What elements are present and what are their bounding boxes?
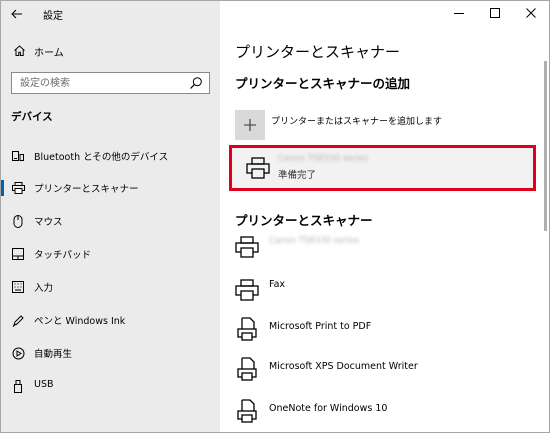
device-row[interactable]: Microsoft XPS Document Writer: [235, 354, 525, 384]
sidebar-item-label: Bluetooth とその他のデバイス: [34, 152, 169, 163]
window-controls: [441, 1, 549, 25]
sidebar-item-label: マウス: [34, 217, 63, 228]
search-box[interactable]: [11, 72, 210, 94]
device-label: Canon TS8330 series: [269, 236, 359, 246]
sidebar-item-label: ペンと Windows Ink: [34, 316, 126, 327]
minimize-icon: [454, 13, 464, 14]
selection-indicator: [1, 180, 4, 196]
add-printer-button[interactable]: プリンターまたはスキャナーを追加します: [235, 110, 515, 140]
usb-icon: [11, 379, 25, 393]
main-content: プリンターとスキャナー プリンターとスキャナーの追加 プリンターまたはスキャナー…: [220, 1, 549, 432]
device-label: OneNote for Windows 10: [269, 403, 388, 414]
sidebar-item-label: プリンターとスキャナー: [34, 184, 139, 195]
sidebar-item-label: 自動再生: [34, 349, 73, 360]
scrollbar[interactable]: [544, 61, 547, 231]
device-row[interactable]: Canon TS8330 series: [235, 232, 525, 262]
sidebar-item-mouse[interactable]: マウス: [1, 209, 220, 233]
document-printer-icon: [237, 317, 257, 341]
maximize-icon: [490, 8, 500, 18]
printer-icon: [11, 181, 25, 195]
close-icon: [526, 8, 536, 18]
search-input[interactable]: [12, 73, 182, 93]
sidebar-item-label: 入力: [34, 283, 54, 294]
page-title: プリンターとスキャナー: [235, 43, 401, 61]
device-label: Microsoft XPS Document Writer: [269, 361, 418, 372]
autoplay-icon: [11, 346, 25, 360]
sidebar: 設定 ホーム デバイス Bluetooth とその他のデバイス プリンターとスキ…: [1, 1, 220, 432]
section-title: デバイス: [11, 111, 53, 123]
sidebar-item-pen[interactable]: ペンと Windows Ink: [1, 308, 220, 332]
sidebar-item-bluetooth[interactable]: Bluetooth とその他のデバイス: [1, 144, 220, 168]
sidebar-item-autoplay[interactable]: 自動再生: [1, 341, 220, 365]
document-printer-icon: [237, 399, 257, 423]
pen-icon: [11, 313, 25, 327]
device-label: Microsoft Print to PDF: [269, 321, 372, 332]
device-row[interactable]: OneNote for Windows 10: [235, 396, 525, 426]
sidebar-item-input[interactable]: 入力: [1, 275, 220, 299]
close-button[interactable]: [513, 1, 549, 25]
device-row[interactable]: Fax: [235, 275, 525, 305]
list-heading: プリンターとスキャナー: [235, 213, 373, 228]
back-button[interactable]: [7, 5, 27, 23]
add-section-heading: プリンターとスキャナーの追加: [235, 76, 411, 91]
sidebar-item-label: タッチパッド: [34, 250, 92, 261]
sidebar-item-touchpad[interactable]: タッチパッド: [1, 242, 220, 266]
device-row[interactable]: Microsoft Print to PDF: [235, 314, 525, 344]
home-label: ホーム: [34, 48, 64, 59]
printer-icon: [235, 236, 259, 258]
minimize-button[interactable]: [441, 1, 477, 25]
sidebar-item-printers[interactable]: プリンターとスキャナー: [1, 176, 220, 200]
back-arrow-icon: [11, 9, 22, 19]
printer-icon: [235, 279, 259, 301]
add-tile: [235, 110, 265, 140]
touchpad-icon: [11, 247, 25, 261]
titlebar-left: 設定: [1, 1, 220, 29]
document-printer-icon: [237, 357, 257, 381]
sidebar-item-home[interactable]: ホーム: [1, 41, 220, 61]
mouse-icon: [11, 214, 25, 228]
home-icon: [14, 45, 25, 56]
plus-icon: [244, 119, 256, 131]
highlight-outline: [229, 145, 536, 191]
app-title: 設定: [43, 11, 63, 22]
maximize-button[interactable]: [477, 1, 513, 25]
add-printer-label: プリンターまたはスキャナーを追加します: [271, 117, 443, 127]
keyboard-icon: [11, 280, 25, 294]
bluetooth-devices-icon: [11, 149, 25, 163]
sidebar-item-label: USB: [34, 379, 54, 390]
sidebar-item-usb[interactable]: USB: [1, 374, 220, 398]
device-label: Fax: [269, 279, 286, 290]
search-icon[interactable]: [189, 76, 203, 90]
